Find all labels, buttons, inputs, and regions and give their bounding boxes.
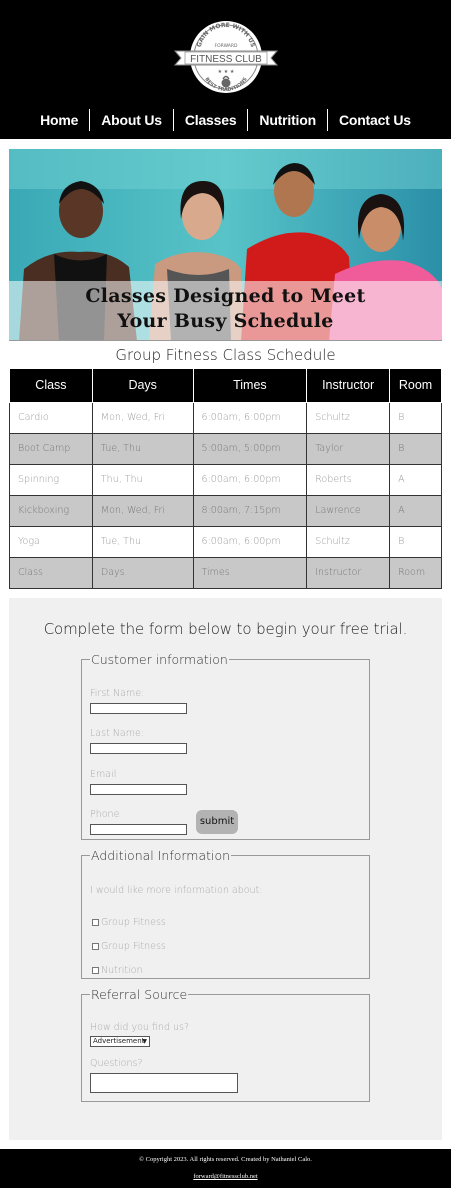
checkbox-icon[interactable] bbox=[92, 919, 99, 926]
email-label: Email bbox=[90, 769, 117, 780]
checkbox-icon[interactable] bbox=[92, 967, 99, 974]
nav-nutrition[interactable]: Nutrition bbox=[247, 109, 327, 131]
first-name-input[interactable] bbox=[90, 703, 187, 714]
main-nav: Home About Us Classes Nutrition Contact … bbox=[0, 108, 451, 132]
questions-textarea[interactable] bbox=[90, 1073, 238, 1093]
header-instructor: Instructor bbox=[306, 369, 391, 403]
last-name-label: Last Name: bbox=[90, 728, 145, 739]
cell-times: 6:00am, 6:00pm bbox=[192, 463, 308, 496]
logo-brand-small: FORWARD bbox=[215, 43, 238, 49]
referral-legend: Referral Source bbox=[91, 987, 188, 1002]
cell-instructor: Schultz bbox=[306, 525, 391, 558]
cell-days: Tue, Thu bbox=[91, 525, 194, 558]
header-class: Class bbox=[9, 369, 93, 403]
cell-room: A bbox=[389, 463, 442, 496]
checkbox-icon[interactable] bbox=[92, 943, 99, 950]
questions-label: Questions? bbox=[90, 1058, 143, 1069]
svg-text:★ ★ ★: ★ ★ ★ bbox=[218, 69, 235, 75]
checkbox-group-fitness-2[interactable]: Group Fitness bbox=[92, 941, 166, 952]
schedule-title: Group Fitness Class Schedule bbox=[115, 346, 336, 364]
cell-times: Times bbox=[192, 556, 308, 589]
referral-prompt: How did you find us? bbox=[90, 1022, 190, 1033]
table-row: Yoga Tue, Thu 6:00am, 6:00pm Schultz B bbox=[9, 525, 442, 558]
nav-classes[interactable]: Classes bbox=[172, 109, 248, 131]
cell-class: Kickboxing bbox=[9, 494, 93, 527]
referral-select[interactable]: Advertisement ▼ bbox=[90, 1036, 150, 1047]
hero-banner: Classes Designed to Meet Your Busy Sched… bbox=[9, 149, 442, 341]
footer-email-link[interactable]: forward@fitnessclub.net bbox=[0, 1173, 451, 1180]
copyright-text: © Copyright 2023. All rights reserved. C… bbox=[139, 1156, 312, 1163]
table-row: Kickboxing Mon, Wed, Fri 8:00am, 7:15pm … bbox=[9, 494, 442, 527]
hero-headline-line2: Your Busy Schedule bbox=[117, 310, 334, 332]
cell-room: Room bbox=[389, 556, 442, 589]
table-row: Spinning Thu, Thu 6:00am, 6:00pm Roberts… bbox=[9, 463, 442, 496]
nav-home[interactable]: Home bbox=[29, 109, 89, 131]
cell-class: Yoga bbox=[9, 525, 93, 558]
cell-times: 6:00am, 6:00pm bbox=[192, 525, 308, 558]
cell-times: 8:00am, 7:15pm bbox=[192, 494, 308, 527]
cell-room: B bbox=[389, 401, 442, 434]
logo-brand: FITNESS CLUB bbox=[190, 54, 262, 65]
header-room: Room bbox=[389, 369, 442, 403]
info-prompt: I would like more information about: bbox=[90, 885, 263, 896]
cell-instructor: Taylor bbox=[306, 432, 391, 465]
cell-class: Class bbox=[9, 556, 93, 589]
form-title: Complete the form below to begin your fr… bbox=[43, 620, 408, 638]
submit-button[interactable]: submit bbox=[196, 810, 238, 834]
header-times: Times bbox=[192, 369, 308, 403]
email-input[interactable] bbox=[90, 784, 187, 795]
table-footer-row: Class Days Times Instructor Room bbox=[9, 556, 442, 589]
cell-days: Days bbox=[91, 556, 194, 589]
checkbox-nutrition[interactable]: Nutrition bbox=[92, 965, 143, 976]
nav-about-us[interactable]: About Us bbox=[89, 109, 173, 131]
additional-info-legend: Additional Information bbox=[91, 848, 231, 863]
site-header: GAIN MORE WITH US FORWARD FITNESS CLUB ★… bbox=[0, 0, 451, 139]
cell-instructor: Lawrence bbox=[306, 494, 391, 527]
cell-class: Boot Camp bbox=[9, 432, 93, 465]
site-footer: © Copyright 2023. All rights reserved. C… bbox=[0, 1149, 451, 1188]
chevron-down-icon: ▼ bbox=[142, 1038, 147, 1045]
schedule-header-row: Class Days Times Instructor Room bbox=[9, 369, 442, 403]
cell-days: Thu, Thu bbox=[91, 463, 194, 496]
cell-class: Spinning bbox=[9, 463, 93, 496]
schedule-table: Class Days Times Instructor Room Cardio … bbox=[9, 369, 442, 589]
table-row: Cardio Mon, Wed, Fri 6:00am, 6:00pm Schu… bbox=[9, 401, 442, 434]
cell-instructor: Schultz bbox=[306, 401, 391, 434]
cell-times: 5:00am, 5:00pm bbox=[192, 432, 308, 465]
referral-select-value: Advertisement bbox=[93, 1037, 145, 1045]
fitness-club-logo[interactable]: GAIN MORE WITH US FORWARD FITNESS CLUB ★… bbox=[173, 17, 279, 99]
checkbox-label: Group Fitness bbox=[101, 917, 166, 928]
cell-room: B bbox=[389, 525, 442, 558]
additional-info-fieldset: Additional Information I would like more… bbox=[81, 848, 370, 979]
cell-room: B bbox=[389, 432, 442, 465]
table-row: Boot Camp Tue, Thu 5:00am, 5:00pm Taylor… bbox=[9, 432, 442, 465]
cell-room: A bbox=[389, 494, 442, 527]
cell-class: Cardio bbox=[9, 401, 93, 434]
phone-label: Phone bbox=[90, 809, 120, 820]
cell-days: Tue, Thu bbox=[91, 432, 194, 465]
cell-days: Mon, Wed, Fri bbox=[91, 401, 194, 434]
first-name-label: First Name: bbox=[90, 688, 145, 699]
free-trial-form: Complete the form below to begin your fr… bbox=[9, 598, 442, 1140]
hero-headline-line1: Classes Designed to Meet bbox=[85, 285, 366, 307]
last-name-input[interactable] bbox=[90, 743, 187, 754]
cell-times: 6:00am, 6:00pm bbox=[192, 401, 308, 434]
header-days: Days bbox=[91, 369, 194, 403]
checkbox-group-fitness[interactable]: Group Fitness bbox=[92, 917, 166, 928]
referral-fieldset: Referral Source How did you find us? Adv… bbox=[81, 987, 370, 1102]
nav-contact-us[interactable]: Contact Us bbox=[326, 109, 422, 131]
checkbox-label: Nutrition bbox=[101, 965, 143, 976]
cell-days: Mon, Wed, Fri bbox=[91, 494, 194, 527]
customer-info-legend: Customer information bbox=[91, 652, 228, 667]
checkbox-label: Group Fitness bbox=[101, 941, 166, 952]
phone-input[interactable] bbox=[90, 824, 187, 835]
cell-instructor: Instructor bbox=[306, 556, 391, 589]
cell-instructor: Roberts bbox=[306, 463, 391, 496]
